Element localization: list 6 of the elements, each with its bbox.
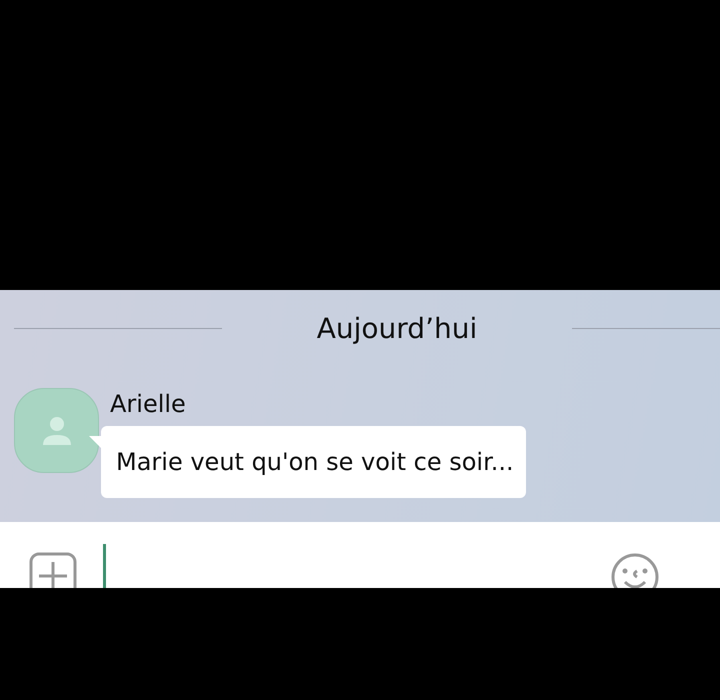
add-icon[interactable] <box>29 552 77 588</box>
date-divider: Aujourd’hui <box>316 312 478 345</box>
sender-name: Arielle <box>110 390 187 420</box>
message-bubble: Marie veut qu'on se voit ce soir... <box>101 426 526 498</box>
emoji-icon[interactable] <box>610 552 660 588</box>
bubble-tail <box>89 436 101 448</box>
